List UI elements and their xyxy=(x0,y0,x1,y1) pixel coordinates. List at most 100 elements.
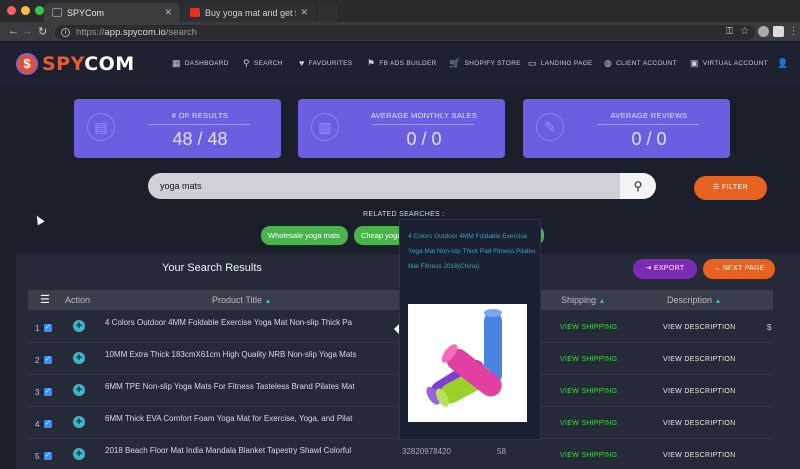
view-shipping-link[interactable]: VIEW SHIPPING xyxy=(560,324,617,331)
browser-toolbar: ← → ↻ i https://app.spycom.io/search ⚿ ☆… xyxy=(0,22,800,42)
box-icon: ▣ xyxy=(690,58,699,68)
window-controls xyxy=(7,6,44,15)
url-path: /search xyxy=(165,27,197,38)
divider xyxy=(597,124,699,125)
nav-virtual-account[interactable]: ▣ VIRTUAL ACCOUNT xyxy=(690,58,768,69)
nav-client-account[interactable]: ◍ CLIENT ACCOUNT xyxy=(604,58,677,69)
product-title[interactable]: 10MM Extra Thick 183cmX61cm High Quality… xyxy=(105,350,389,359)
nav-dashboard[interactable]: ▦ DASHBOARD xyxy=(172,58,229,69)
related-chip[interactable]: Wholesale yoga mats xyxy=(261,226,348,245)
reload-icon[interactable]: ↻ xyxy=(38,25,47,38)
stat-card-results: ▤ # OF RESULTS 48 / 48 xyxy=(74,99,281,158)
column-menu-icon[interactable]: ☰ xyxy=(40,290,50,310)
search-icon: ⚲ xyxy=(243,58,250,68)
stat-label: AVERAGE REVIEWS xyxy=(610,111,688,120)
search-button[interactable]: ⚲ xyxy=(620,173,656,199)
arrow-right-icon: → xyxy=(713,265,723,272)
view-shipping-link[interactable]: VIEW SHIPPING xyxy=(560,420,617,427)
forward-arrow-icon[interactable]: → xyxy=(22,25,33,37)
yoga-mats-image xyxy=(426,309,502,407)
stat-value: 0 / 0 xyxy=(406,129,442,149)
stat-value: 48 / 48 xyxy=(172,129,228,149)
sort-up-icon: ▲ xyxy=(264,298,272,305)
browser-tab-spycom[interactable]: SPYCom ✕ xyxy=(44,3,180,22)
cart-icon: 🛒 xyxy=(449,58,461,68)
address-bar[interactable]: i https://app.spycom.io/search xyxy=(55,25,755,40)
stat-card-reviews: ✎ AVERAGE REVIEWS 0 / 0 xyxy=(523,99,730,158)
next-page-button[interactable]: → NEXT PAGE xyxy=(703,259,775,279)
product-title[interactable]: 6MM TPE Non-slip Yoga Mats For Fitness T… xyxy=(105,382,389,391)
star-icon[interactable]: ☆ xyxy=(739,26,750,37)
url-host: app.spycom.io xyxy=(104,27,166,38)
table-row: 5 ✓ + 2018 Beach Floor Mat India Mandala… xyxy=(28,439,773,469)
view-description-link[interactable]: VIEW DESCRIPTION xyxy=(663,388,735,395)
nav-search[interactable]: ⚲ SEARCH xyxy=(243,58,283,69)
sort-up-icon: ▲ xyxy=(714,298,722,305)
close-tab-icon[interactable]: ✕ xyxy=(164,7,172,18)
row-checkbox[interactable]: ✓ xyxy=(44,452,52,460)
row-checkbox[interactable]: ✓ xyxy=(44,420,52,428)
new-tab-button[interactable] xyxy=(318,3,338,22)
browser-tab-aliexpress[interactable]: Buy yoga mat and get free shi ✕ xyxy=(182,3,316,22)
column-product-title[interactable]: Product Title ▲ xyxy=(212,290,271,310)
laptop-icon: ▭ xyxy=(528,58,537,68)
view-description-link[interactable]: VIEW DESCRIPTION xyxy=(663,324,735,331)
nav-favourites[interactable]: ♥ FAVOURITES xyxy=(299,58,352,68)
nav-fb-ads-builder[interactable]: ⚑ FB ADS BUILDER xyxy=(367,58,437,69)
product-title[interactable]: 2018 Beach Floor Mat India Mandala Blank… xyxy=(105,446,389,455)
product-id: 32820978420 xyxy=(402,447,451,456)
column-description[interactable]: Description ▲ xyxy=(667,290,721,310)
product-title[interactable]: 6MM Thick EVA Comfort Foam Yoga Mat for … xyxy=(105,414,389,423)
tab-title: Buy yoga mat and get free shi xyxy=(205,7,296,18)
row-number: 4 xyxy=(35,420,40,429)
view-shipping-link[interactable]: VIEW SHIPPING xyxy=(560,356,617,363)
back-arrow-icon[interactable]: ← xyxy=(8,25,19,37)
nav-user[interactable]: 👤 xyxy=(777,58,793,69)
maximize-window-button[interactable] xyxy=(35,6,44,15)
view-description-link[interactable]: VIEW DESCRIPTION xyxy=(663,420,735,427)
close-window-button[interactable] xyxy=(7,6,16,15)
clipboard-icon: ▤ xyxy=(87,113,115,141)
product-preview-popover: 4 Colors Outdoor 4MM Foldable Exercise Y… xyxy=(399,219,541,440)
view-shipping-link[interactable]: VIEW SHIPPING xyxy=(560,452,617,459)
nav-landing-page[interactable]: ▭ LANDING PAGE xyxy=(528,58,593,69)
edit-icon: ✎ xyxy=(536,113,564,141)
tab-title: SPYCom xyxy=(67,7,105,18)
column-shipping[interactable]: Shipping ▲ xyxy=(561,290,605,310)
info-icon[interactable]: i xyxy=(61,28,70,37)
row-checkbox[interactable]: ✓ xyxy=(44,388,52,396)
app-navbar: $ SPYCOM ▦ DASHBOARD ⚲ SEARCH ♥ FAVOURITES … xyxy=(0,43,800,86)
grid-icon: ▦ xyxy=(172,58,181,68)
add-plus-icon[interactable]: + xyxy=(73,416,85,428)
menu-dots-icon[interactable]: ⋮ xyxy=(788,26,799,37)
key-icon[interactable]: ⚿ xyxy=(724,26,735,37)
row-number: 2 xyxy=(35,356,40,365)
view-description-link[interactable]: VIEW DESCRIPTION xyxy=(663,356,735,363)
logo-text: SPYCOM xyxy=(42,53,135,75)
view-shipping-link[interactable]: VIEW SHIPPING xyxy=(560,388,617,395)
minimize-window-button[interactable] xyxy=(21,6,30,15)
add-plus-icon[interactable]: + xyxy=(73,384,85,396)
add-plus-icon[interactable]: + xyxy=(73,352,85,364)
chart-icon: ▥ xyxy=(311,113,339,141)
aliexpress-favicon-icon xyxy=(190,8,200,17)
sort-up-icon: ▲ xyxy=(598,298,606,305)
view-description-link[interactable]: VIEW DESCRIPTION xyxy=(663,452,735,459)
price-cell: $ xyxy=(767,323,772,332)
export-icon: ⇥ xyxy=(645,265,654,272)
nav-shopify-store[interactable]: 🛒 SHOPIFY STORE xyxy=(449,58,521,69)
divider xyxy=(148,124,250,125)
extension-icon[interactable] xyxy=(758,26,769,37)
search-input[interactable]: yoga mats xyxy=(148,173,620,199)
row-checkbox[interactable]: ✓ xyxy=(44,324,52,332)
close-tab-icon[interactable]: ✕ xyxy=(300,7,308,18)
product-title[interactable]: 4 Colors Outdoor 4MM Foldable Exercise Y… xyxy=(105,318,389,327)
spycom-logo[interactable]: $ SPYCOM xyxy=(16,53,135,75)
export-button[interactable]: ⇥ EXPORT xyxy=(633,259,697,279)
row-checkbox[interactable]: ✓ xyxy=(44,356,52,364)
add-plus-icon[interactable]: + xyxy=(73,448,85,460)
filter-button[interactable]: ☰ FILTER xyxy=(694,176,767,200)
extension-icon[interactable] xyxy=(773,26,784,37)
related-searches-label: RELATED SEARCHES : xyxy=(363,211,445,218)
add-plus-icon[interactable]: + xyxy=(73,320,85,332)
